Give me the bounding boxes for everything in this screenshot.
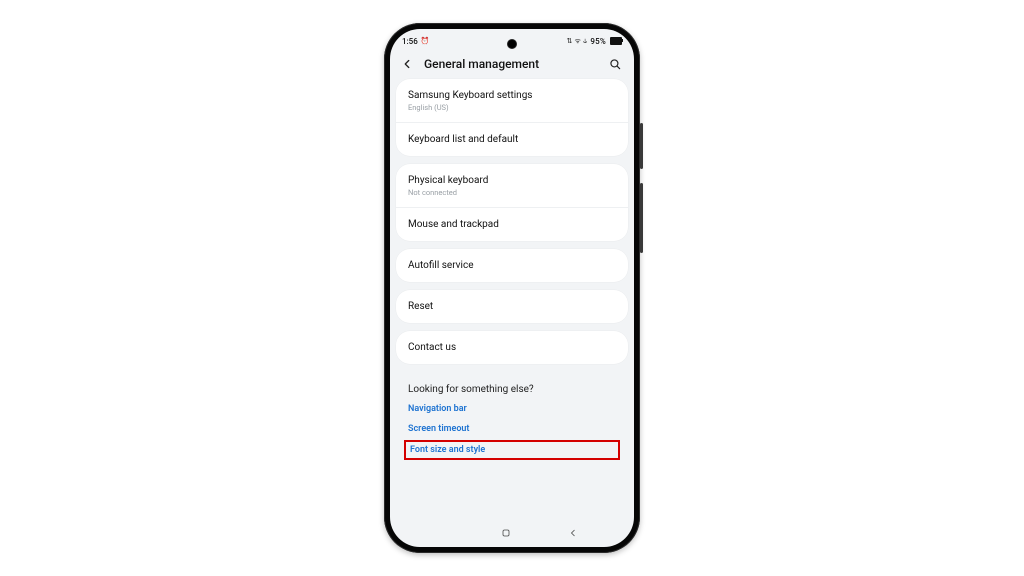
group-input-devices: Physical keyboard Not connected Mouse an… [396,164,628,241]
battery-icon [610,37,622,45]
row-title: Reset [408,300,616,313]
row-sub: Not connected [408,188,616,197]
network-icons: ⇅ ᯤ ⫝ [567,37,588,46]
phone-frame: 1:56 ⏰ ⇅ ᯤ ⫝ 95% General management [384,23,640,553]
group-autofill: Autofill service [396,249,628,282]
stage: 1:56 ⏰ ⇅ ᯤ ⫝ 95% General management [0,0,1024,576]
settings-content: Samsung Keyboard settings English (US) K… [390,79,634,467]
battery-percent: 95% [590,37,606,46]
nav-back-icon[interactable] [567,527,579,539]
row-title: Mouse and trackpad [408,218,616,231]
row-title: Contact us [408,341,616,354]
search-icon[interactable] [608,57,622,71]
row-keyboard-list[interactable]: Keyboard list and default [396,123,628,156]
suggestions-section: Looking for something else? Navigation b… [396,372,628,467]
alarm-icon: ⏰ [421,37,430,45]
row-title: Physical keyboard [408,174,616,187]
phone-screen: 1:56 ⏰ ⇅ ᯤ ⫝ 95% General management [390,29,634,547]
link-screen-timeout[interactable]: Screen timeout [408,419,616,439]
row-title: Autofill service [408,259,616,272]
row-physical-keyboard[interactable]: Physical keyboard Not connected [396,164,628,208]
camera-cutout [507,39,517,49]
link-font-size-style[interactable]: Font size and style [404,440,620,460]
row-mouse-trackpad[interactable]: Mouse and trackpad [396,208,628,241]
row-sub: English (US) [408,103,616,112]
status-time: 1:56 [402,37,418,46]
group-reset: Reset [396,290,628,323]
back-icon[interactable] [400,57,414,71]
row-autofill-service[interactable]: Autofill service [396,249,628,282]
nav-home-icon[interactable] [500,527,512,539]
page-header: General management [390,51,634,79]
group-keyboard: Samsung Keyboard settings English (US) K… [396,79,628,156]
android-nav-bar [390,519,634,547]
page-title: General management [424,57,598,71]
row-title: Keyboard list and default [408,133,616,146]
row-samsung-keyboard[interactable]: Samsung Keyboard settings English (US) [396,79,628,123]
group-contact: Contact us [396,331,628,364]
row-reset[interactable]: Reset [396,290,628,323]
link-navigation-bar[interactable]: Navigation bar [408,399,616,419]
row-title: Samsung Keyboard settings [408,89,616,102]
suggestions-heading: Looking for something else? [408,376,616,399]
row-contact-us[interactable]: Contact us [396,331,628,364]
